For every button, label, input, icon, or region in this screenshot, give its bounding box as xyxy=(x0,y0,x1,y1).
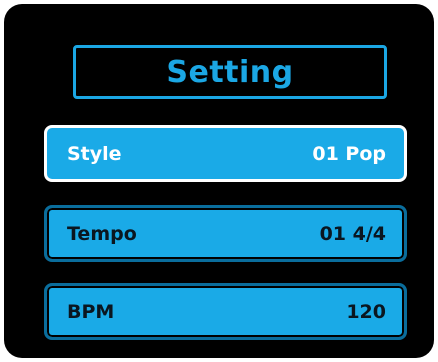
device-frame: Setting Style 01 Pop Tempo 01 4/4 BPM 12… xyxy=(0,0,438,362)
menu-item-bpm[interactable]: BPM 120 xyxy=(44,283,407,340)
menu-item-value: 01 Pop xyxy=(312,142,386,165)
menu-item-value: 120 xyxy=(346,300,386,323)
page-title: Setting xyxy=(166,54,294,90)
settings-screen: Setting Style 01 Pop Tempo 01 4/4 BPM 12… xyxy=(4,4,434,358)
page-title-box: Setting xyxy=(73,45,387,99)
menu-item-label: Style xyxy=(67,142,122,165)
menu-item-tempo[interactable]: Tempo 01 4/4 xyxy=(44,205,407,262)
menu-item-label: Tempo xyxy=(67,222,137,245)
menu-item-style[interactable]: Style 01 Pop xyxy=(44,125,407,182)
menu-item-value: 01 4/4 xyxy=(319,222,386,245)
menu-item-label: BPM xyxy=(67,300,115,323)
